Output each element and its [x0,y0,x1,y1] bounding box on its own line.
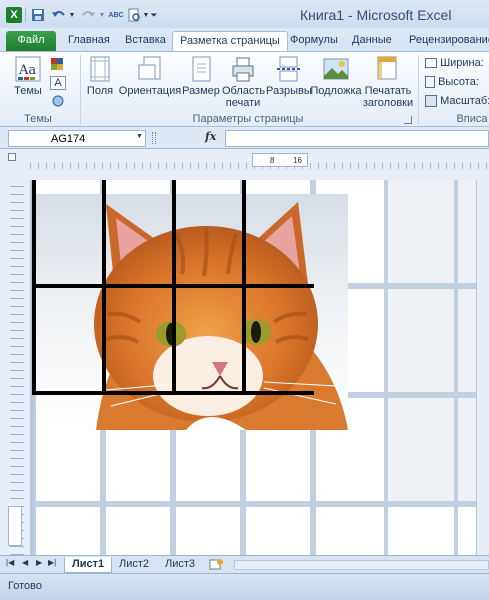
sheet-tab-3[interactable]: Лист3 [158,557,202,573]
print-titles-label-2: заголовки [362,97,414,109]
theme-colors-icon[interactable] [50,57,66,71]
breaks-icon [277,56,300,82]
first-sheet-icon[interactable]: |◀ [6,558,14,567]
horizontal-scrollbar[interactable] [234,560,489,570]
ruler-label-8: 8 [270,156,275,165]
breaks-label: Разрывы [266,85,312,97]
tab-formulas[interactable]: Формулы [283,31,345,51]
tab-page-layout[interactable]: Разметка страницы [172,31,288,51]
fit-group-label: Вписа [456,113,488,125]
chevron-down-icon[interactable]: ▼ [98,7,106,23]
orientation-button[interactable]: Ориентация [118,56,182,110]
vertical-ruler-ticks [10,180,24,555]
width-label: Ширина: [440,57,484,69]
size-button[interactable]: Размер [182,56,220,110]
theme-fonts-icon[interactable]: A [50,76,66,90]
orientation-label: Ориентация [118,85,182,97]
ruler-area: 8 16 [0,149,489,180]
page-setup-group-label: Параметры страницы [192,113,304,125]
tab-insert[interactable]: Вставка [118,31,173,51]
background-icon [323,58,349,80]
chevron-down-icon[interactable]: ▼ [136,133,143,140]
select-all-corner[interactable] [8,153,16,161]
splitter-handle[interactable] [152,132,156,144]
theme-effects-icon[interactable] [50,94,66,108]
dialog-launcher-icon[interactable] [404,116,412,124]
size-label: Размер [182,85,220,97]
breaks-button[interactable]: Разрывы [266,56,312,110]
separator [25,8,26,22]
chevron-down-icon[interactable]: ▼ [142,7,150,23]
margins-icon [90,56,110,82]
excel-logo-icon: X [6,7,22,23]
horizontal-ruler[interactable]: 8 16 [252,153,308,167]
sheet-tab-1[interactable]: Лист1 [64,557,113,573]
themes-icon: Aa [15,56,41,82]
height-control[interactable]: Высота: [425,76,489,90]
next-sheet-icon[interactable]: ▶ [36,558,42,567]
width-icon [425,58,437,69]
prev-sheet-icon[interactable]: ◀ [22,558,28,567]
tab-review[interactable]: Рецензирование [402,31,489,51]
themes-label: Темы [14,85,42,97]
name-box-value: AG174 [51,133,86,145]
sheet-tab-2[interactable]: Лист2 [112,557,156,573]
print-preview-icon[interactable] [126,7,142,23]
tab-home[interactable]: Главная [61,31,117,51]
page-break-horizontal[interactable] [32,391,314,395]
scale-icon [425,95,437,108]
print-titles-button[interactable]: Печатать заголовки [362,56,414,110]
redo-icon[interactable] [80,7,96,23]
tab-file[interactable]: Файл [6,31,56,51]
ribbon: Aa Темы A Темы Поля Ориентация Размер Об… [0,51,489,127]
undo-icon[interactable] [50,7,68,23]
background-label: Подложка [310,85,362,97]
vertical-ruler [0,180,30,555]
height-label: Высота: [438,76,479,88]
scale-label: Масштаб: [440,95,489,107]
themes-button[interactable]: Aa Темы [8,56,48,110]
background-button[interactable]: Подложка [310,56,362,110]
chevron-down-icon[interactable]: ▼ [68,7,76,23]
vertical-ruler-marker[interactable] [8,506,22,546]
margins-label: Поля [86,85,114,97]
themes-group-label: Темы [24,113,52,125]
formula-input[interactable] [225,130,489,147]
window-title: Книга1 - Microsoft Excel [300,7,452,23]
insert-sheet-icon[interactable] [208,558,224,571]
name-box[interactable]: AG174 [8,130,146,147]
customize-quick-access-icon[interactable]: ⏷ [150,7,158,23]
width-control[interactable]: Ширина: [425,57,489,71]
spelling-icon[interactable]: ABC [108,7,124,23]
scale-control[interactable]: Масштаб: [425,95,489,109]
print-area-button[interactable]: Область печати [222,56,266,110]
height-icon [425,76,435,89]
margins-button[interactable]: Поля [84,56,116,110]
tab-data[interactable]: Данные [345,31,399,51]
vertical-scrollbar[interactable] [476,180,489,555]
group-separator [80,55,81,125]
print-area-icon [232,57,254,82]
formula-bar: AG174 ▼ fx [0,127,489,149]
worksheet-page-layout[interactable] [0,180,489,555]
sheet-tabs-bar: |◀ ◀ ▶ ▶| Лист1 Лист2 Лист3 [0,555,489,573]
ribbon-tab-bar: Файл Главная Вставка Разметка страницы Ф… [0,28,489,52]
group-separator [418,55,419,125]
insert-function-icon[interactable]: fx [205,130,216,143]
print-titles-label: Печатать [364,85,412,97]
print-area-label: Область [222,85,266,97]
print-titles-icon [377,56,397,80]
status-ready: Готово [8,580,42,592]
page-size-icon [192,56,211,82]
save-icon[interactable] [30,7,46,23]
orientation-icon [138,56,161,80]
ruler-label-16: 16 [293,156,302,165]
svg-text:Aa: Aa [18,63,36,78]
page-break-horizontal[interactable] [32,284,314,288]
last-sheet-icon[interactable]: ▶| [48,558,56,567]
status-bar: Готово [0,573,489,600]
print-area-label-2: печати [225,97,261,109]
